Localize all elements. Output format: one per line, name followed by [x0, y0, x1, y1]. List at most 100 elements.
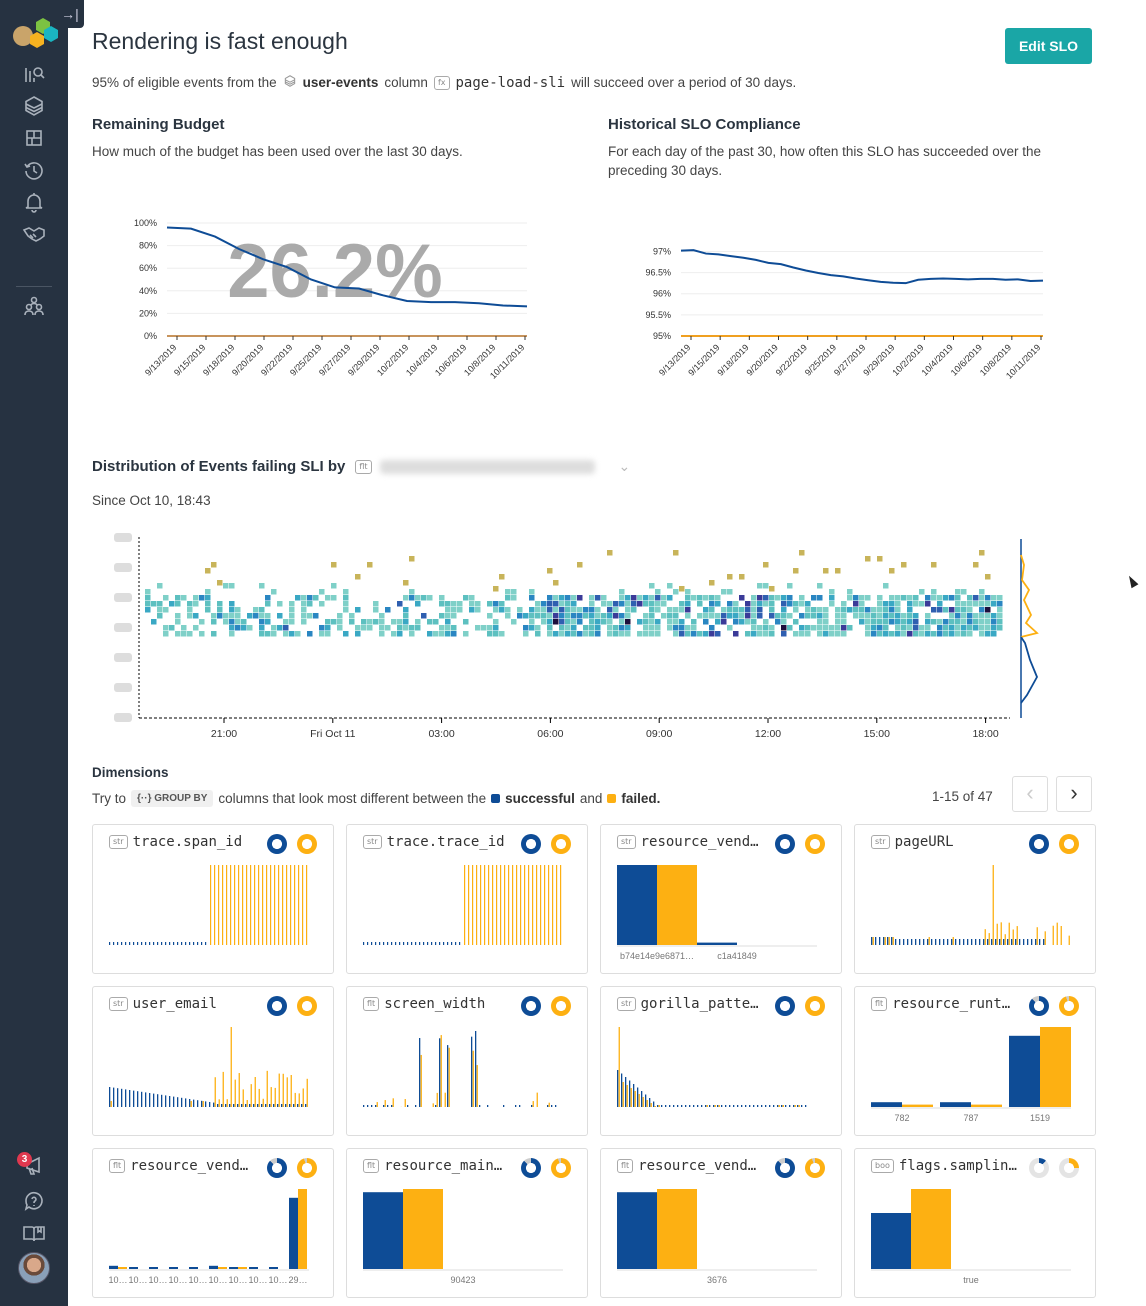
heatmap-cell [655, 607, 661, 613]
heatmap-cell [367, 619, 373, 625]
dimension-card[interactable]: flt resource_main… 90423 [346, 1148, 588, 1298]
heatmap-cell [913, 595, 919, 601]
dimension-card[interactable]: str trace.span_id [92, 824, 334, 974]
heatmap-cell [943, 625, 949, 631]
dataset-icon [283, 74, 297, 91]
user-avatar[interactable] [18, 1252, 50, 1284]
heatmap-cell [595, 619, 601, 625]
heatmap-cell [361, 625, 367, 631]
successful-bar [395, 942, 397, 945]
next-page-button[interactable]: › [1056, 776, 1092, 812]
heatmap-cell [877, 595, 883, 601]
heatmap-cell [613, 601, 619, 607]
heatmap-cell [553, 595, 559, 601]
successful-bar [169, 942, 171, 945]
successful-bar [257, 1104, 259, 1107]
honeycomb-logo[interactable] [10, 16, 62, 52]
dimension-card[interactable]: boo flags.samplin… true [854, 1148, 1096, 1298]
bar-label: 10… [108, 1275, 127, 1285]
heatmap-cell [187, 601, 193, 607]
successful-bar [879, 937, 881, 945]
dimension-card[interactable]: str resource_vend… b74e14e9e6871… c1a41849 [600, 824, 842, 974]
heatmap-cell [277, 625, 283, 631]
heatmap-cell [703, 631, 709, 637]
heatmap-cell [715, 613, 721, 619]
bar-label: 10… [228, 1275, 247, 1285]
failed-bar [222, 865, 224, 945]
successful-bar [253, 1104, 255, 1107]
heatmap-cell [409, 625, 415, 631]
heatmap-cell [877, 631, 883, 637]
successful-bar [1023, 939, 1025, 945]
collapse-sidebar-icon[interactable]: →| [56, 0, 84, 28]
successful-bar [133, 1090, 135, 1107]
heatmap-cell [883, 601, 889, 607]
dimension-card[interactable]: str gorilla_patte… [600, 986, 842, 1136]
successful-bar [797, 1105, 799, 1107]
dimension-card[interactable]: str trace.trace_id [346, 824, 588, 974]
bar-label: true [963, 1275, 979, 1285]
heatmap-cell [931, 631, 937, 637]
successful-bar [383, 1105, 385, 1107]
heatmap-cell [157, 613, 163, 619]
heatmap-cell [745, 601, 751, 607]
datasets-icon[interactable] [22, 94, 46, 118]
failed-bar [630, 1088, 632, 1107]
heatmap-cell [829, 625, 835, 631]
heatmap-cell [331, 583, 337, 589]
successful-bar [471, 1036, 473, 1107]
query-icon[interactable] [22, 62, 46, 86]
dimension-card[interactable]: flt resource_runt… 782 787 1519 [854, 986, 1096, 1136]
dimension-card[interactable]: flt resource_vend… 3676 [600, 1148, 842, 1298]
column-selector-blurred[interactable] [379, 459, 595, 474]
slo-icon[interactable] [22, 222, 46, 246]
chevron-right-icon: › [1070, 780, 1078, 805]
sli-name[interactable]: page-load-sli [456, 75, 566, 91]
dimension-card[interactable]: flt resource_vend… 10… 10… 10… 10… 10… 10… 10… 1… [92, 1148, 334, 1298]
dimension-card[interactable]: str user_email [92, 986, 334, 1136]
heatmap-cell [673, 631, 679, 637]
dimension-card[interactable]: flt screen_width [346, 986, 588, 1136]
heatmap-cell [865, 631, 871, 637]
successful-bar [113, 942, 115, 945]
heatmap-cell [967, 601, 973, 607]
heatmap-cell [535, 601, 541, 607]
successful-bar [1011, 939, 1013, 945]
dataset-name[interactable]: user-events [303, 75, 379, 90]
heatmap-cell [505, 595, 511, 601]
heatmap-cell [877, 607, 883, 613]
boards-icon[interactable] [22, 126, 46, 150]
triggers-icon[interactable] [22, 190, 46, 214]
history-icon[interactable] [22, 158, 46, 182]
docs-icon[interactable] [22, 1221, 46, 1245]
heatmap-cell [439, 601, 445, 607]
failed-bar [1056, 922, 1058, 945]
heatmap-cell [559, 625, 565, 631]
successful-bar [169, 1096, 171, 1107]
team-icon[interactable] [22, 294, 46, 318]
heatmap-cell [613, 631, 619, 637]
chevron-down-icon[interactable]: ⌄ [619, 458, 631, 475]
heatmap-failed-cell [877, 556, 883, 562]
heatmap-cell [265, 613, 271, 619]
heatmap-chart[interactable]: 21:00 Fri Oct 11 03:00 06:00 09:00 12:00 15:00… [92, 525, 1052, 745]
card-chart: 90423 [363, 1189, 563, 1285]
heatmap-cell [319, 631, 325, 637]
help-icon[interactable] [22, 1189, 46, 1213]
prev-page-button[interactable]: ‹ [1012, 776, 1048, 812]
dimension-card[interactable]: str pageURL [854, 824, 1096, 974]
heatmap-cell [391, 631, 397, 637]
successful-bar [121, 942, 123, 945]
successful-bar [209, 1265, 218, 1269]
successful-bar [285, 1104, 287, 1107]
failed-bar [404, 1099, 406, 1107]
successful-bar [145, 942, 147, 945]
heatmap-failed-cell [931, 562, 937, 568]
successful-bar [185, 1098, 187, 1107]
edit-slo-button[interactable]: Edit SLO [1005, 28, 1092, 64]
heatmap-cell [973, 619, 979, 625]
failed-bar [218, 1267, 227, 1269]
heatmap-cell [901, 619, 907, 625]
successful-bar [149, 1267, 158, 1269]
failed-bar [230, 865, 232, 945]
